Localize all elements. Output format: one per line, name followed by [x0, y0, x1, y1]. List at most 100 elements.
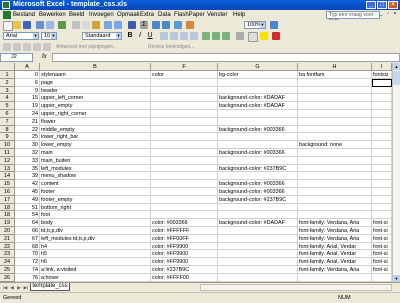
cell-i[interactable]: font-si — [372, 243, 392, 251]
menu-flashpaper[interactable]: FlashPaper — [174, 12, 205, 18]
cell-a[interactable]: 49 — [15, 196, 40, 204]
row-header[interactable]: 14 — [0, 172, 15, 180]
style-select[interactable]: Standaard ▼ — [82, 32, 122, 40]
cell-i[interactable]: font-si — [372, 258, 392, 266]
cell-g[interactable] — [218, 211, 298, 219]
cell-b[interactable]: body — [40, 219, 151, 227]
cell-g[interactable]: background-color: #003366 — [218, 149, 298, 157]
cell-a[interactable]: 9 — [15, 87, 40, 95]
cell-b[interactable]: lower_empty — [40, 141, 151, 149]
redo-icon[interactable] — [114, 21, 122, 29]
cell-h[interactable] — [298, 87, 372, 95]
cell-i[interactable] — [372, 172, 392, 180]
cell-i[interactable] — [372, 165, 392, 173]
cell-g[interactable]: background-color: #DADAF — [218, 94, 298, 102]
cell-b[interactable]: header — [40, 87, 151, 95]
cell-a[interactable]: 42 — [15, 180, 40, 188]
cell-b[interactable]: bottom_right — [40, 204, 151, 212]
cell-b[interactable]: stylenaam — [40, 71, 151, 79]
cell-f[interactable] — [151, 141, 218, 149]
cell-a[interactable]: 67 — [15, 235, 40, 243]
cell-f[interactable]: color: #FFFF00 — [151, 274, 218, 282]
cell-g[interactable] — [218, 79, 298, 87]
align-left-icon[interactable] — [160, 32, 168, 40]
cell-b[interactable]: upper_empty — [40, 102, 151, 110]
cell-i[interactable] — [372, 118, 392, 126]
workbook-restore-button[interactable]: ▫ — [385, 11, 391, 18]
maximize-button[interactable]: □ — [377, 1, 387, 9]
cell-h[interactable] — [298, 102, 372, 110]
cell-f[interactable] — [151, 94, 218, 102]
workbook-icon[interactable] — [3, 11, 11, 19]
workbook-close-button[interactable]: × — [392, 11, 398, 18]
cell-a[interactable]: 35 — [15, 165, 40, 173]
row-header[interactable]: 20 — [0, 227, 15, 235]
open-icon[interactable] — [13, 21, 21, 29]
cell-b[interactable]: upper_left_corner — [40, 94, 151, 102]
cell-a[interactable]: 0 — [15, 71, 40, 79]
borders-icon[interactable] — [248, 32, 258, 42]
chart-wizard-icon[interactable] — [174, 21, 182, 29]
cell-g[interactable] — [218, 157, 298, 165]
cell-h[interactable] — [298, 149, 372, 157]
cell-b[interactable]: footer — [40, 188, 151, 196]
cell-f[interactable] — [151, 133, 218, 141]
formula-input[interactable] — [52, 53, 400, 62]
row-header[interactable]: 18 — [0, 211, 15, 219]
sort-desc-icon[interactable] — [162, 21, 170, 29]
cell-h[interactable] — [298, 79, 372, 87]
row-header[interactable]: 25 — [0, 266, 15, 274]
column-header-f[interactable]: F — [151, 63, 218, 71]
new-icon[interactable] — [3, 21, 13, 31]
horizontal-scrollbar[interactable] — [200, 284, 392, 291]
name-box[interactable]: J2 — [0, 53, 33, 62]
menu-venster[interactable]: Venster — [207, 12, 227, 18]
cell-h[interactable]: font-family: Verdana, Aria — [298, 219, 372, 227]
cell-h[interactable] — [298, 165, 372, 173]
column-header-a[interactable]: A — [15, 63, 40, 71]
menu-help[interactable]: Help — [233, 12, 245, 18]
cell-i[interactable] — [372, 102, 392, 110]
menu-data[interactable]: Data — [158, 12, 171, 18]
cell-i[interactable] — [372, 94, 392, 102]
cell-f[interactable]: color — [151, 71, 218, 79]
cell-a[interactable]: 15 — [15, 94, 40, 102]
cell-h[interactable]: font-family: Arial, Verdar — [298, 250, 372, 258]
row-header[interactable]: 3 — [0, 87, 15, 95]
cell-f[interactable] — [151, 118, 218, 126]
cell-i[interactable] — [372, 204, 392, 212]
row-header[interactable]: 1 — [0, 71, 15, 79]
cell-i[interactable] — [372, 79, 392, 87]
cell-i[interactable]: font-si — [372, 235, 392, 243]
cell-i[interactable] — [372, 149, 392, 157]
undo-icon[interactable] — [104, 21, 112, 29]
spreadsheet-grid[interactable]: A B F G H I 10stylenaamcolorbg-colorba f… — [0, 63, 392, 282]
cell-i[interactable] — [372, 188, 392, 196]
help-icon[interactable] — [270, 21, 278, 29]
last-sheet-icon[interactable]: ▶| — [23, 284, 29, 291]
cell-g[interactable] — [218, 141, 298, 149]
column-header-b[interactable]: B — [40, 63, 151, 71]
row-header[interactable]: 16 — [0, 188, 15, 196]
copy-icon[interactable] — [82, 21, 90, 29]
column-header-g[interactable]: G — [218, 63, 298, 71]
cell-f[interactable] — [151, 196, 218, 204]
cell-g[interactable] — [218, 227, 298, 235]
row-header[interactable]: 13 — [0, 165, 15, 173]
cell-i[interactable] — [372, 196, 392, 204]
font-name-select[interactable]: Arial ▼ — [3, 32, 39, 40]
row-header[interactable]: 23 — [0, 250, 15, 258]
cell-h[interactable]: font-family: Verdana, Aria — [298, 235, 372, 243]
row-header[interactable]: 11 — [0, 149, 15, 157]
sort-asc-icon[interactable] — [152, 21, 160, 29]
cell-i[interactable]: font-si — [372, 227, 392, 235]
cell-g[interactable]: background-color: #DADAF — [218, 219, 298, 227]
cell-h[interactable] — [298, 196, 372, 204]
scroll-down-icon[interactable]: ▼ — [393, 275, 400, 282]
cell-g[interactable]: background-color: #003366 — [218, 126, 298, 134]
zoom-select[interactable]: 100% ▼ — [244, 21, 266, 29]
cell-a[interactable]: 30 — [15, 141, 40, 149]
cell-a[interactable]: 33 — [15, 157, 40, 165]
cell-i[interactable] — [372, 133, 392, 141]
paste-icon[interactable] — [92, 21, 100, 29]
